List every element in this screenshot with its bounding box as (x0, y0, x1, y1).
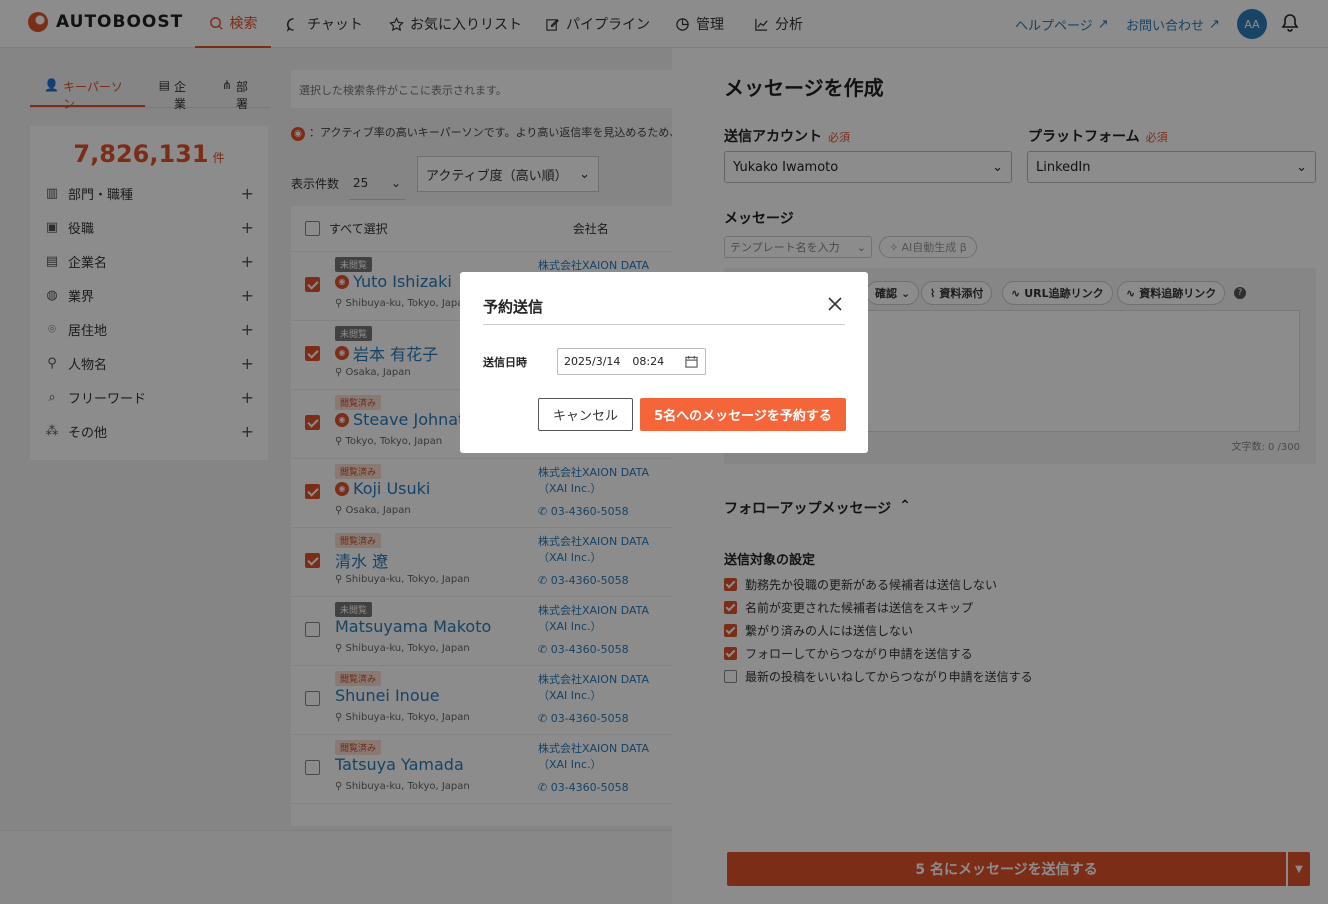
time-value: 08:24 (632, 355, 665, 368)
datetime-label: 送信日時 (483, 356, 527, 369)
schedule-modal: 予約送信 送信日時 2025/3/14 08:24 キャンセル 5名へのメッセー… (460, 272, 868, 453)
schedule-button[interactable]: 5名へのメッセージを予約する (640, 398, 846, 431)
modal-divider (483, 324, 845, 325)
close-icon[interactable] (826, 295, 844, 313)
datetime-input[interactable]: 2025/3/14 08:24 (557, 348, 706, 375)
modal-title: 予約送信 (483, 298, 544, 316)
date-value: 2025/3/14 (564, 355, 621, 368)
calendar-icon[interactable] (685, 355, 698, 368)
cancel-button[interactable]: キャンセル (538, 398, 633, 431)
